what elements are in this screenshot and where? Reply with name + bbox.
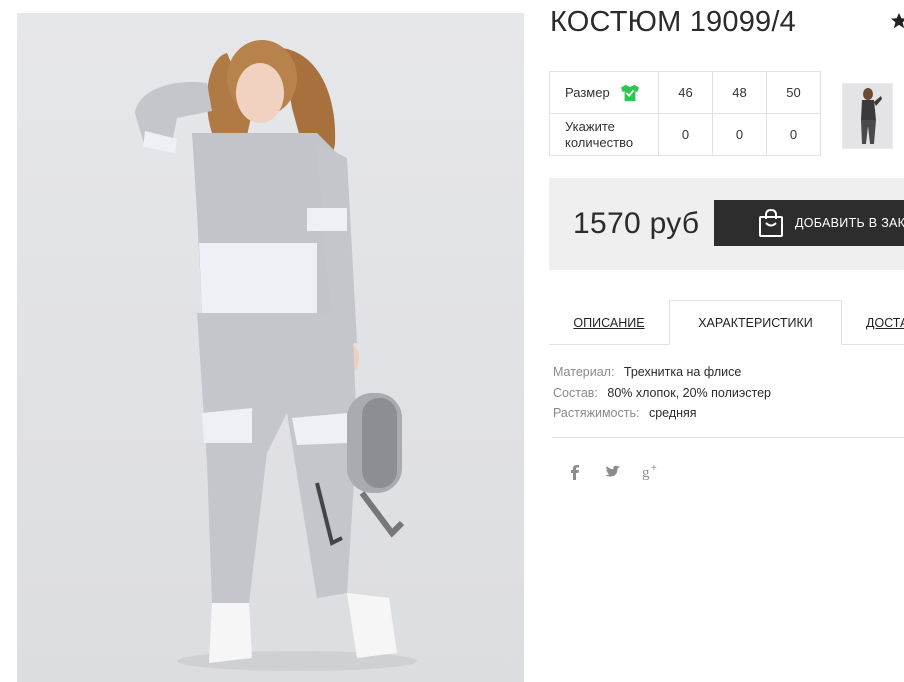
spec-value: средняя xyxy=(648,406,697,420)
size-label: Размер xyxy=(565,84,610,100)
tab-delivery-label: ДОСТАВКА xyxy=(866,315,904,330)
tab-specifications-label: ХАРАКТЕРИСТИКИ xyxy=(698,315,813,330)
size-table: Размер 46 48 50 Укажите количество 0 0 0 xyxy=(549,71,821,156)
favorite-star-icon[interactable] xyxy=(890,12,904,30)
product-title: КОСТЮМ 19099/4 xyxy=(550,6,796,38)
size-row: Размер 46 48 50 xyxy=(549,71,821,114)
tab-description-label: ОПИСАНИЕ xyxy=(573,315,645,330)
tshirt-check-icon[interactable] xyxy=(620,84,640,102)
add-to-order-button[interactable]: ДОБАВИТЬ В ЗАКАЗ xyxy=(714,200,904,246)
spec-value: 80% хлопок, 20% полиэстер xyxy=(607,385,771,400)
quantity-input-50[interactable]: 0 xyxy=(766,113,821,156)
quantity-input-48[interactable]: 0 xyxy=(712,113,767,156)
quantity-label-line2: количество xyxy=(565,134,634,150)
size-label-cell: Размер xyxy=(549,71,659,114)
content-divider xyxy=(552,437,904,438)
quantity-label-cell: Укажите количество xyxy=(549,113,659,156)
quantity-input-46[interactable]: 0 xyxy=(658,113,713,156)
spec-composition: Состав: 80% хлопок, 20% полиэстер xyxy=(553,383,771,404)
spec-value: Трехнитка на флисе xyxy=(623,365,742,379)
tab-description[interactable]: ОПИСАНИЕ xyxy=(549,300,669,345)
spec-material: Материал: Трехнитка на флисе xyxy=(553,362,771,383)
twitter-icon[interactable] xyxy=(603,462,623,482)
specifications-list: Материал: Трехнитка на флисе Состав: 80%… xyxy=(553,362,771,424)
size-option-46[interactable]: 46 xyxy=(658,71,713,114)
spec-key: Состав: xyxy=(553,385,598,400)
quantity-row: Укажите количество 0 0 0 xyxy=(549,113,821,156)
size-option-50[interactable]: 50 xyxy=(766,71,821,114)
shopping-bag-icon xyxy=(759,208,783,237)
social-share: g + xyxy=(565,462,661,482)
google-plus-icon[interactable]: g + xyxy=(641,462,661,482)
thumbnail-figure xyxy=(861,88,882,144)
facebook-icon[interactable] xyxy=(565,462,585,482)
svg-text:g: g xyxy=(642,465,650,481)
add-to-order-label: ДОБАВИТЬ В ЗАКАЗ xyxy=(795,216,904,230)
tab-specifications[interactable]: ХАРАКТЕРИСТИКИ xyxy=(669,300,842,345)
product-main-image[interactable] xyxy=(17,13,524,682)
spec-key: Растяжимость: xyxy=(553,406,640,420)
quantity-label-line1: Укажите xyxy=(565,118,615,134)
product-thumbnail[interactable] xyxy=(842,83,893,149)
size-option-48[interactable]: 48 xyxy=(712,71,767,114)
spec-key: Материал: xyxy=(553,365,615,379)
product-price: 1570 руб xyxy=(573,207,700,240)
spec-stretch: Растяжимость: средняя xyxy=(553,403,771,424)
tab-delivery[interactable]: ДОСТАВКА xyxy=(842,300,904,345)
svg-text:+: + xyxy=(651,463,657,474)
model-photo-illustration xyxy=(135,40,417,671)
